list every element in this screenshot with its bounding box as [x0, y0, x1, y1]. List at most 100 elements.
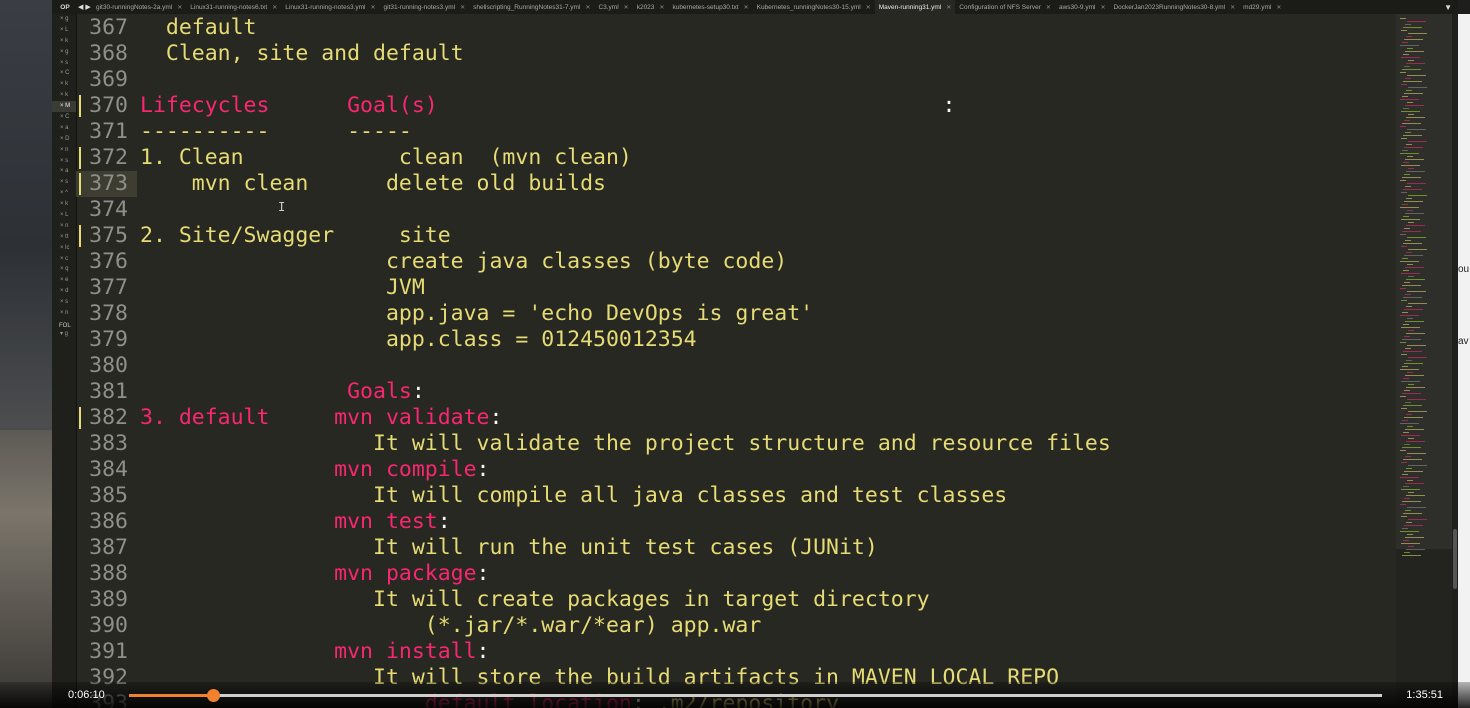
tab-label: Configuration of NFS Server	[959, 3, 1041, 11]
tab-close-icon[interactable]: ✕	[370, 4, 375, 11]
code-text[interactable]: app.java = 'echo DevOps is great'	[140, 301, 813, 327]
code-text[interactable]: It will compile all java classes and tes…	[140, 483, 1007, 509]
sidebar-open-file-item[interactable]: × s	[52, 177, 76, 188]
minimap-line	[1401, 273, 1420, 274]
sidebar-open-file-item[interactable]: × n	[52, 221, 76, 232]
tab-close-icon[interactable]: ✕	[946, 4, 951, 11]
tab-close-icon[interactable]: ✕	[1100, 4, 1105, 11]
code-text[interactable]: mvn install:	[140, 639, 489, 665]
code-text[interactable]: ---------- -----	[140, 119, 412, 145]
scrollbar-thumb[interactable]	[1453, 529, 1457, 589]
code-text[interactable]: Lifecycles Goal(s) :	[140, 93, 955, 119]
tab-close-icon[interactable]: ✕	[1276, 4, 1281, 11]
tab-overflow-dropdown-icon[interactable]: ▼	[1444, 3, 1458, 12]
code-text[interactable]: (*.jar/*.war/*ear) app.war	[140, 613, 762, 639]
code-text[interactable]: It will validate the project structure a…	[140, 431, 1111, 457]
tab-close-icon[interactable]: ✕	[177, 4, 182, 11]
sidebar-open-file-item[interactable]: × s	[52, 58, 76, 69]
sidebar-open-file-item[interactable]: × tt	[52, 232, 76, 243]
sidebar-open-file-item[interactable]: × L	[52, 25, 76, 36]
background-text: ou	[1458, 264, 1470, 275]
code-editor[interactable]: I 367 default 368 Clean, site and default…	[76, 14, 1396, 708]
tab-close-icon[interactable]: ✕	[659, 4, 664, 11]
sidebar-open-file-item[interactable]: × d	[52, 286, 76, 297]
sidebar-open-file-item[interactable]: × a	[52, 123, 76, 134]
sidebar-open-file-item[interactable]: × c	[52, 254, 76, 265]
code-text[interactable]: mvn compile:	[140, 457, 489, 483]
sidebar-open-file-item[interactable]: × n	[52, 145, 76, 156]
minimap-line	[1408, 492, 1414, 493]
sidebar-open-file-item[interactable]: × k	[52, 79, 76, 90]
sidebar-open-file-item[interactable]: × C	[52, 112, 76, 123]
sidebar-open-file-item[interactable]: × L	[52, 210, 76, 221]
tab-1[interactable]: Linux31-running-notes6.txt ✕	[186, 0, 281, 14]
sidebar-open-file-item[interactable]: × D	[52, 134, 76, 145]
tab-0[interactable]: git30-runningNotes-2a.yml ✕	[92, 0, 186, 14]
tab-13[interactable]: md29.yml ✕	[1239, 0, 1285, 14]
sidebar-open-file-item[interactable]: × q	[52, 264, 76, 275]
sidebar-open-file-item[interactable]: × n	[52, 308, 76, 319]
seek-bar-handle[interactable]	[207, 689, 221, 702]
tab-9[interactable]: Maven-running31.yml ✕	[874, 0, 956, 14]
sidebar-open-file-item[interactable]: × k	[52, 199, 76, 210]
tab-2[interactable]: Linux31-running-notes3.yml ✕	[281, 0, 379, 14]
sidebar-open-file-item[interactable]: × g	[52, 14, 76, 25]
code-text[interactable]: mvn package:	[140, 561, 489, 587]
tab-11[interactable]: aws30-9.yml ✕	[1055, 0, 1110, 14]
vertical-scrollbar[interactable]	[1452, 14, 1458, 708]
tab-8[interactable]: Kubernetes_runningNotes30-15.yml ✕	[753, 0, 875, 14]
sidebar-open-file-item[interactable]: × g	[52, 47, 76, 58]
tab-10[interactable]: Configuration of NFS Server ✕	[955, 0, 1055, 14]
sidebar-folder-item[interactable]: ▾ g	[52, 329, 76, 340]
sidebar-open-file-item[interactable]: × M	[52, 101, 76, 113]
minimap[interactable]	[1396, 14, 1452, 708]
sidebar-open-file-item[interactable]: × e	[52, 275, 76, 286]
code-text[interactable]: JVM	[140, 275, 425, 301]
minimap-line	[1406, 252, 1412, 253]
tab-3[interactable]: git31-running-notes3.yml ✕	[380, 0, 470, 14]
code-text[interactable]: mvn clean delete old builds	[140, 171, 606, 197]
minimap-line	[1403, 108, 1409, 109]
tab-7[interactable]: kubernetes-setup30.txt ✕	[668, 0, 752, 14]
code-text[interactable]: It will create packages in target direct…	[140, 587, 930, 613]
tab-close-icon[interactable]: ✕	[1230, 4, 1235, 11]
sidebar-open-file-item[interactable]: × s	[52, 156, 76, 167]
tab-close-icon[interactable]: ✕	[272, 4, 277, 11]
code-text[interactable]: 2. Site/Swagger site	[140, 223, 451, 249]
sidebar-open-file-item[interactable]: × k	[52, 36, 76, 47]
tab-close-icon[interactable]: ✕	[460, 4, 465, 11]
minimap-line	[1408, 438, 1414, 439]
code-text[interactable]: default	[140, 15, 257, 41]
minimap-line	[1406, 522, 1412, 523]
code-text[interactable]: create java classes (byte code)	[140, 249, 787, 275]
code-text[interactable]: app.class = 012450012354	[140, 327, 697, 353]
tab-nav-arrows[interactable]: ◀ ▶	[78, 3, 92, 11]
sidebar-open-file-item[interactable]: × k	[52, 90, 76, 101]
tab-close-icon[interactable]: ✕	[866, 4, 871, 11]
code-text[interactable]: It will run the unit test cases (JUNit)	[140, 535, 878, 561]
code-text[interactable]: mvn test:	[140, 509, 451, 535]
sidebar-open-file-item[interactable]: × C	[52, 68, 76, 79]
minimap-line	[1402, 150, 1408, 151]
minimap-line	[1401, 246, 1407, 247]
code-text[interactable]: 3. default mvn validate:	[140, 405, 502, 431]
code-text[interactable]: 1. Clean clean (mvn clean)	[140, 145, 632, 171]
tab-close-icon[interactable]: ✕	[585, 4, 590, 11]
code-text[interactable]: Clean, site and default	[140, 41, 464, 67]
sidebar-open-file-item[interactable]: × a	[52, 166, 76, 177]
tab-close-icon[interactable]: ✕	[744, 4, 749, 11]
tab-close-icon[interactable]: ✕	[1046, 4, 1051, 11]
code-line: 391 mvn install:	[76, 639, 1396, 665]
code-text[interactable]: Goals:	[140, 379, 425, 405]
tab-close-icon[interactable]: ✕	[624, 4, 629, 11]
sidebar-open-file-item[interactable]: × ^	[52, 188, 76, 199]
minimap-line	[1407, 183, 1426, 184]
tab-5[interactable]: C3.yml ✕	[594, 0, 632, 14]
sidebar-open-file-item[interactable]: × lc	[52, 243, 76, 254]
tab-4[interactable]: shellscripting_RunningNotes31-7.yml ✕	[469, 0, 594, 14]
tab-12[interactable]: DockerJan2023RunningNotes30-8.yml ✕	[1109, 0, 1239, 14]
sidebar-open-file-item[interactable]: × s	[52, 297, 76, 308]
tab-6[interactable]: k2023 ✕	[633, 0, 669, 14]
tab-label: Linux31-running-notes3.yml	[285, 3, 366, 11]
seek-bar[interactable]	[129, 689, 1382, 702]
